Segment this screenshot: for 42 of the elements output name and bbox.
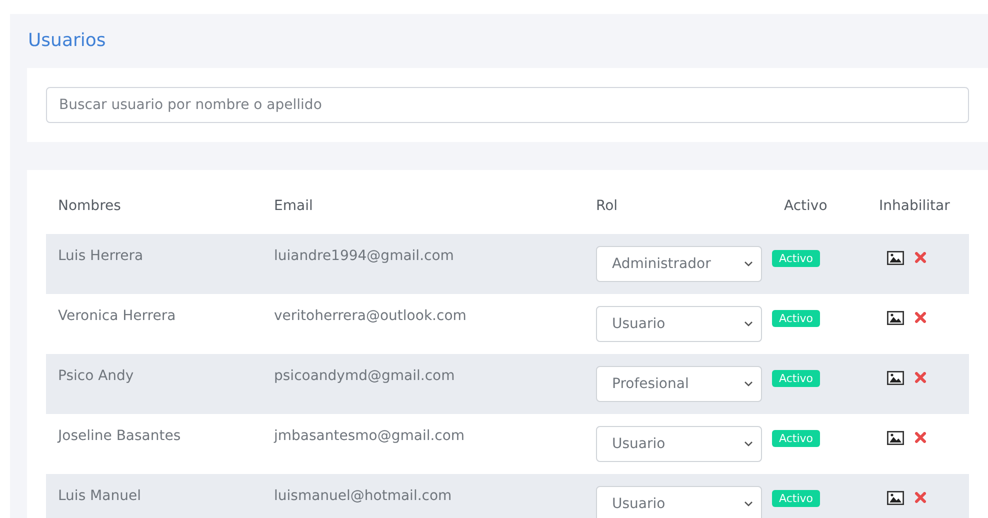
close-icon[interactable] bbox=[915, 312, 926, 323]
status-badge: Activo bbox=[772, 430, 820, 447]
image-icon[interactable] bbox=[887, 491, 904, 505]
image-icon[interactable] bbox=[887, 251, 904, 265]
table-cell-text: jmbasantesmo@gmail.com bbox=[272, 427, 466, 446]
role-dropdown[interactable]: Usuario bbox=[596, 486, 762, 518]
chevron-icon bbox=[744, 321, 753, 327]
table-cell-text: luiandre1994@gmail.com bbox=[273, 247, 455, 266]
table-cell-text: psicoandymd@gmail.com bbox=[273, 367, 456, 386]
image-icon[interactable] bbox=[887, 431, 904, 445]
table-cell-text: Luis Manuel bbox=[57, 487, 142, 506]
image-icon[interactable] bbox=[887, 311, 904, 325]
status-badge: Activo bbox=[772, 250, 820, 267]
close-icon[interactable] bbox=[915, 492, 926, 503]
close-icon[interactable] bbox=[915, 432, 926, 443]
close-icon[interactable] bbox=[915, 252, 926, 263]
table-cell-text: Veronica Herrera bbox=[57, 307, 177, 326]
status-badge: Activo bbox=[772, 310, 820, 327]
chevron-icon bbox=[744, 261, 753, 267]
image-icon[interactable] bbox=[887, 371, 904, 385]
role-dropdown[interactable]: Usuario bbox=[596, 426, 762, 462]
close-icon[interactable] bbox=[915, 372, 926, 383]
table-cell-text: luismanuel@hotmail.com bbox=[273, 487, 453, 506]
column-header: Nombres bbox=[57, 198, 122, 214]
status-badge: Activo bbox=[772, 490, 820, 507]
role-dropdown[interactable]: Administrador bbox=[596, 246, 762, 282]
chevron-icon bbox=[744, 441, 753, 447]
chevron-icon bbox=[744, 381, 753, 387]
table-cell-text: Joseline Basantes bbox=[56, 427, 182, 446]
role-dropdown[interactable]: Profesional bbox=[596, 366, 762, 402]
chevron-icon bbox=[744, 501, 753, 507]
column-header: Email bbox=[273, 198, 314, 214]
search-field[interactable]: Buscar usuario por nombre o apellido bbox=[46, 87, 969, 123]
table-cell-text: veritoherrera@outlook.com bbox=[273, 307, 468, 326]
column-header: Activo bbox=[783, 198, 828, 214]
column-header: Inhabilitar bbox=[878, 198, 951, 214]
status-badge: Activo bbox=[772, 370, 820, 387]
table-cell-text: Luis Herrera bbox=[57, 247, 144, 266]
table-cell-text: Psico Andy bbox=[57, 367, 135, 386]
column-header: Rol bbox=[595, 198, 619, 214]
role-dropdown[interactable]: Usuario bbox=[596, 306, 762, 342]
page-title: Usuarios bbox=[28, 30, 107, 51]
